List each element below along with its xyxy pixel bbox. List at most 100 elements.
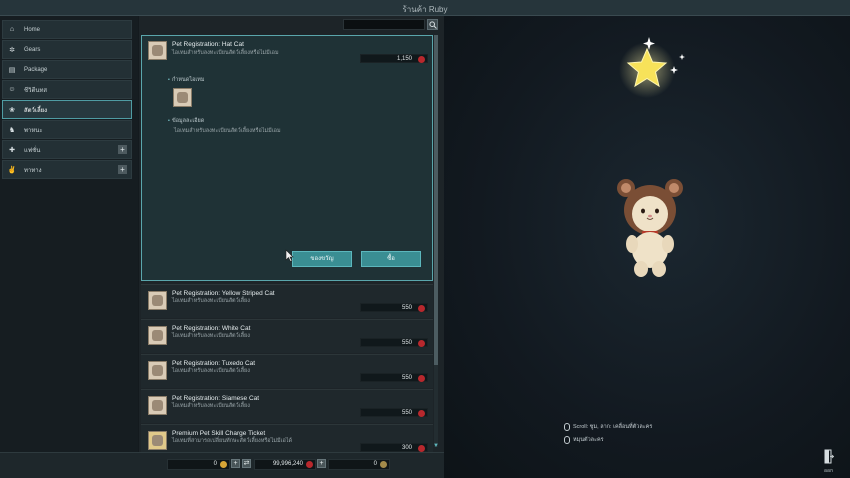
exchange-coin-button[interactable]: ⇄ xyxy=(242,459,251,468)
ruby-coin-icon xyxy=(418,445,425,452)
shirt-icon: ✚ xyxy=(9,146,15,154)
item-description: ไอเทมสำหรับลงทะเบียนสัตว์เลี้ยง xyxy=(172,333,250,339)
gear-balance: 0 xyxy=(328,459,390,470)
sidebar-item-label: Package xyxy=(24,66,48,73)
gear-coin-icon xyxy=(380,461,387,468)
item-description: ไอเทมสำหรับลงทะเบียนสัตว์เลี้ยง xyxy=(172,403,250,409)
emote-icon: ✌ xyxy=(7,166,17,174)
exit-label: ออก xyxy=(824,468,834,474)
item-thumbnail xyxy=(148,396,167,415)
title-bar: ร้านค้า Ruby xyxy=(0,0,850,16)
detail-text: ไอเทมสำหรับลงทะเบียนสัตว์เลี้ยงหรือไม่มี… xyxy=(174,128,281,134)
gift-button[interactable]: ของขวัญ xyxy=(292,251,352,267)
coin-value: 0 xyxy=(213,461,217,467)
person-icon: ☺ xyxy=(8,86,16,93)
item-name: Pet Registration: Tuxedo Cat xyxy=(172,360,256,367)
item-description: ไอเทมสำหรับลงทะเบียนสัตว์เลี้ยงหรือไม่มี… xyxy=(172,50,279,56)
sidebar-item-home[interactable]: ⌂ Home xyxy=(2,20,132,39)
sidebar: ⌂ Home ✲ Gears ▤ Package ☺ ชีวิตีนทส ❀ ส… xyxy=(0,16,138,452)
sidebar-item-pets[interactable]: ❀ สัตว์เลี้ยง xyxy=(2,100,132,119)
cursor-icon xyxy=(285,249,294,262)
list-scrollbar[interactable] xyxy=(434,35,438,447)
price-value: 1,150 xyxy=(396,56,412,62)
item-price: 550 xyxy=(360,338,428,347)
coin-balance: 0 xyxy=(167,459,230,470)
sidebar-item-emotes[interactable]: ✌ ทาทาง + xyxy=(2,160,132,179)
item-thumbnail xyxy=(148,361,167,380)
ruby-coin-icon xyxy=(418,56,425,63)
mouse-icon xyxy=(564,423,570,431)
price-value: 550 xyxy=(401,305,412,311)
ruby-balance: 99,996,240 xyxy=(254,459,316,470)
ruby-coin-icon xyxy=(418,375,425,382)
list-item[interactable]: Pet Registration: Tuxedo Cat ไอเทมสำหรับ… xyxy=(141,354,433,388)
rotate-hint-text: หมุนตัวละคร xyxy=(573,437,604,443)
home-icon: ⌂ xyxy=(9,26,15,33)
item-price: 1,150 xyxy=(360,54,428,63)
scroll-hint: Scroll: ซูม, ลาก: เคลื่อนที่ตัวละคร xyxy=(564,423,652,431)
sidebar-item-life[interactable]: ☺ ชีวิตีนทส xyxy=(2,80,132,99)
ruby-value: 99,996,240 xyxy=(272,461,303,467)
list-item[interactable]: Pet Registration: Siamese Cat ไอเทมสำหรั… xyxy=(141,389,433,423)
price-value: 550 xyxy=(401,340,412,346)
add-ruby-button[interactable]: + xyxy=(317,459,326,468)
item-price: 550 xyxy=(360,408,428,417)
item-name: Premium Pet Skill Charge Ticket xyxy=(172,430,266,437)
gold-coin-icon xyxy=(220,461,227,468)
item-price: 550 xyxy=(360,303,428,312)
selected-item-card[interactable] xyxy=(141,35,433,281)
item-description: ไอเทมสำหรับลงทะเบียนสัตว์เลี้ยง xyxy=(172,368,250,374)
window-title: ร้านค้า Ruby xyxy=(402,5,448,14)
sidebar-item-label: Home xyxy=(24,26,41,33)
mount-icon: ♞ xyxy=(8,126,16,134)
item-name: Pet Registration: Hat Cat xyxy=(172,41,244,48)
sidebar-item-label: พาหนะ xyxy=(24,127,43,134)
list-item[interactable]: Premium Pet Skill Charge Ticket ไอเทมที่… xyxy=(141,424,433,452)
sidebar-item-gears[interactable]: ✲ Gears xyxy=(2,40,132,59)
sidebar-item-label: Gears xyxy=(24,46,41,53)
expand-plus-icon[interactable]: + xyxy=(118,145,127,154)
ruby-coin-icon xyxy=(418,410,425,417)
sidebar-item-fashion[interactable]: ✚ แฟชั่น + xyxy=(2,140,132,159)
item-description: ไอเทมที่สามารถเปลี่ยนทักษะสัตว์เลี้ยงหรื… xyxy=(172,438,293,444)
search-button[interactable] xyxy=(427,19,438,30)
item-name: Pet Registration: White Cat xyxy=(172,325,251,332)
pet-cat-model xyxy=(617,179,683,277)
rotate-hint: หมุนตัวละคร xyxy=(564,436,604,444)
buy-button[interactable]: ซื้อ xyxy=(361,251,421,267)
sidebar-item-package[interactable]: ▤ Package xyxy=(2,60,132,79)
item-thumbnail xyxy=(148,291,167,310)
expand-plus-icon[interactable]: + xyxy=(118,165,127,174)
scroll-hint-text: Scroll: ซูม, ลาก: เคลื่อนที่ตัวละคร xyxy=(573,424,653,430)
search-icon xyxy=(428,20,437,29)
price-value: 550 xyxy=(401,410,412,416)
item-thumbnail xyxy=(148,431,167,450)
sidebar-item-mounts[interactable]: ♞ พาหนะ xyxy=(2,120,132,139)
sidebar-item-label: สัตว์เลี้ยง xyxy=(24,107,48,114)
item-thumbnail xyxy=(148,41,167,60)
scrollbar-thumb[interactable] xyxy=(434,35,438,365)
exit-door-icon[interactable] xyxy=(824,449,834,464)
content-item-thumbnail[interactable] xyxy=(173,88,192,107)
section-label-items: กำหนดไอเทม xyxy=(168,76,205,84)
ruby-coin-icon xyxy=(306,461,313,468)
list-item[interactable]: Pet Registration: White Cat ไอเทมสำหรับล… xyxy=(141,319,433,353)
sidebar-item-label: ทาทาง xyxy=(24,167,42,174)
item-thumbnail xyxy=(148,326,167,345)
price-value: 550 xyxy=(401,375,412,381)
item-name: Pet Registration: Siamese Cat xyxy=(172,395,260,402)
sidebar-item-label: ชีวิตีนทส xyxy=(24,87,48,94)
ruby-coin-icon xyxy=(418,340,425,347)
star-icon xyxy=(619,37,685,98)
price-value: 300 xyxy=(401,445,412,451)
item-price: 300 xyxy=(360,443,428,452)
gear-icon: ✲ xyxy=(9,46,15,54)
sidebar-item-label: แฟชั่น xyxy=(24,147,41,154)
add-coin-button[interactable]: + xyxy=(231,459,240,468)
package-icon: ▤ xyxy=(8,66,16,74)
search-input[interactable] xyxy=(343,19,425,30)
scroll-down-icon[interactable]: ▼ xyxy=(432,443,440,449)
list-item[interactable]: Pet Registration: Yellow Striped Cat ไอเ… xyxy=(141,284,433,318)
item-description: ไอเทมสำหรับลงทะเบียนสัตว์เลี้ยง xyxy=(172,298,250,304)
section-label-details: ข้อมูลละเอียด xyxy=(168,117,204,125)
